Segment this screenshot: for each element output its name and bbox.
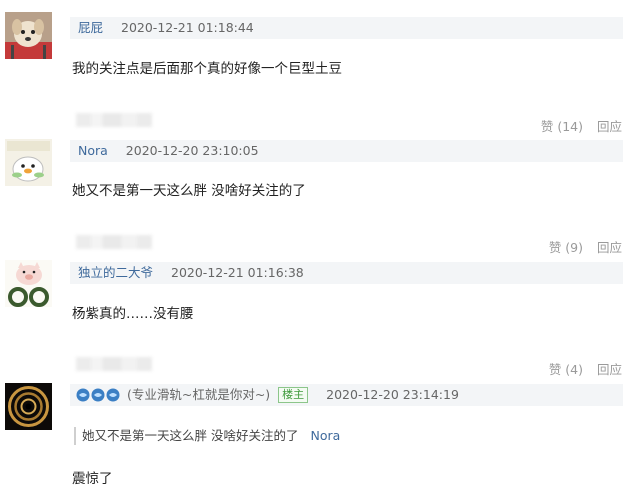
pig-avatar-icon [5, 260, 52, 307]
like-button[interactable]: 赞 (9) [549, 240, 583, 255]
comment-time: 2020-12-20 23:10:05 [125, 143, 259, 158]
user-tag[interactable]: (专业滑轨~杠就是你对~) [127, 387, 270, 402]
avatar[interactable] [5, 12, 52, 59]
comment-meta: Nora 2020-12-20 23:10:05 [70, 140, 623, 162]
username-link[interactable]: Nora [78, 143, 108, 158]
quote-text: 她又不是第一天这么胖 没啥好关注的了 [82, 428, 299, 443]
avatar[interactable] [5, 260, 52, 307]
reply-button[interactable]: 回应 [597, 240, 622, 255]
fish-badge-icon [76, 388, 90, 401]
comment-time: 2020-12-21 01:16:38 [171, 265, 304, 280]
blurred-info [76, 357, 152, 371]
comment-time: 2020-12-21 01:18:44 [121, 20, 254, 35]
blurred-info [76, 113, 152, 127]
quoted-comment: 她又不是第一天这么胖 没啥好关注的了 Nora [74, 427, 340, 445]
blurred-info [76, 235, 152, 249]
quote-author-link[interactable]: Nora [310, 428, 340, 443]
comment-meta: 独立的二大爷 2020-12-21 01:16:38 [70, 262, 623, 284]
dog-avatar-icon [5, 12, 52, 59]
reply-button[interactable]: 回应 [597, 362, 622, 377]
comment-actions: 赞 (9) 回应 [539, 237, 622, 256]
duck-avatar-icon [5, 139, 52, 186]
like-button[interactable]: 赞 (14) [541, 119, 583, 134]
vortex-avatar-icon [5, 383, 52, 430]
owner-badge: 楼主 [278, 387, 309, 403]
like-button[interactable]: 赞 (4) [549, 362, 583, 377]
comment-actions: 赞 (14) 回应 [531, 116, 622, 135]
fish-badge-icon [106, 388, 120, 401]
avatar[interactable] [5, 139, 52, 186]
comment-text: 她又不是第一天这么胖 没啥好关注的了 [72, 183, 306, 199]
comment-actions: 赞 (4) 回应 [539, 359, 622, 378]
username-link[interactable]: 独立的二大爷 [78, 265, 153, 280]
comment-text: 震惊了 [72, 471, 113, 487]
username-link[interactable]: 屁屁 [78, 20, 103, 35]
comment-text: 我的关注点是后面那个真的好像一个巨型土豆 [72, 61, 342, 77]
fish-badge-icon [91, 388, 105, 401]
reply-button[interactable]: 回应 [597, 119, 622, 134]
comment-meta: 屁屁 2020-12-21 01:18:44 [70, 17, 623, 39]
comment-time: 2020-12-20 23:14:19 [326, 387, 459, 402]
avatar[interactable] [5, 383, 52, 430]
badge-icons [76, 385, 121, 407]
comment-meta: (专业滑轨~杠就是你对~) 楼主 2020-12-20 23:14:19 [70, 384, 623, 406]
comment-text: 杨紫真的……没有腰 [72, 306, 194, 322]
